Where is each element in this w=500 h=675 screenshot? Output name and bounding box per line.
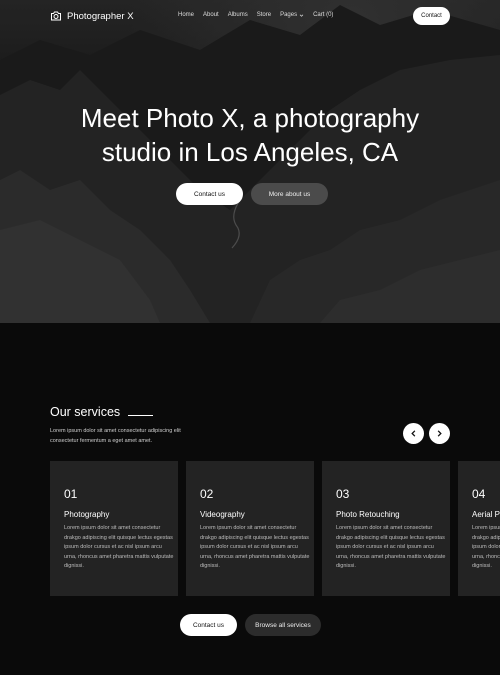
logo[interactable]: Photographer X xyxy=(50,10,134,22)
services-heading: Our services xyxy=(50,405,154,419)
card-title: Photography xyxy=(64,510,110,519)
logo-text: Photographer X xyxy=(67,10,134,22)
service-card[interactable]: 01 Photography Lorem ipsum dolor sit ame… xyxy=(50,461,178,596)
hero-title-line2: studio in Los Angeles, CA xyxy=(101,137,399,167)
chevron-down-icon xyxy=(299,13,304,17)
service-card[interactable]: 03 Photo Retouching Lorem ipsum dolor si… xyxy=(322,461,450,596)
service-card[interactable]: 02 Videography Lorem ipsum dolor sit ame… xyxy=(186,461,314,596)
services-title: Our services xyxy=(50,405,121,419)
card-number: 04 xyxy=(472,487,486,501)
card-title: Videography xyxy=(200,510,245,519)
top-navigation: Photographer X Home About Albums Store P… xyxy=(0,0,500,34)
service-card[interactable]: 04 Aerial Photography Lorem ipsum dolor … xyxy=(458,461,500,596)
card-number: 01 xyxy=(64,487,78,501)
browse-services-button[interactable]: Browse all services xyxy=(245,614,321,636)
hero-title-line1: Meet Photo X, a photography xyxy=(80,103,420,133)
card-text: Lorem ipsum dolor sit amet consectetur d… xyxy=(200,525,310,569)
nav-item-home[interactable]: Home xyxy=(178,12,194,18)
nav-item-pages-label: Pages xyxy=(280,12,298,18)
card-number: 02 xyxy=(200,487,214,501)
card-text: Lorem ipsum dolor sit amet consectetur d… xyxy=(336,525,446,569)
hero-section: Photographer X Home About Albums Store P… xyxy=(0,0,500,323)
card-text: Lorem ipsum dolor sit amet consectetur d… xyxy=(64,525,174,569)
hero-title: Meet Photo X, a photography studio in Lo… xyxy=(40,101,460,169)
card-text: Lorem ipsum dolor sit amet consectetur d… xyxy=(472,525,500,569)
nav-item-albums[interactable]: Albums xyxy=(228,12,248,18)
nav-contact-button[interactable]: Contact xyxy=(413,7,450,25)
nav-menu: Home About Albums Store Pages Cart (0) xyxy=(178,12,342,18)
nav-item-store[interactable]: Store xyxy=(257,12,271,18)
nav-item-about[interactable]: About xyxy=(203,12,219,18)
chevron-right-icon xyxy=(437,430,442,437)
title-underline xyxy=(128,414,154,416)
camera-icon xyxy=(51,11,61,21)
carousel-next-button[interactable] xyxy=(429,423,450,444)
card-number: 03 xyxy=(336,487,350,501)
card-title: Photo Retouching xyxy=(336,510,400,519)
services-description: Lorem ipsum dolor sit amet consectetur a… xyxy=(50,428,181,444)
hero-contact-button[interactable]: Contact us xyxy=(176,183,243,205)
card-title: Aerial Photography xyxy=(472,510,500,519)
nav-item-cart[interactable]: Cart (0) xyxy=(313,12,333,18)
carousel-prev-button[interactable] xyxy=(403,423,424,444)
chevron-left-icon xyxy=(411,430,416,437)
services-contact-button[interactable]: Contact us xyxy=(180,614,237,636)
hero-about-button[interactable]: More about us xyxy=(251,183,328,205)
nav-item-pages[interactable]: Pages xyxy=(280,12,304,18)
